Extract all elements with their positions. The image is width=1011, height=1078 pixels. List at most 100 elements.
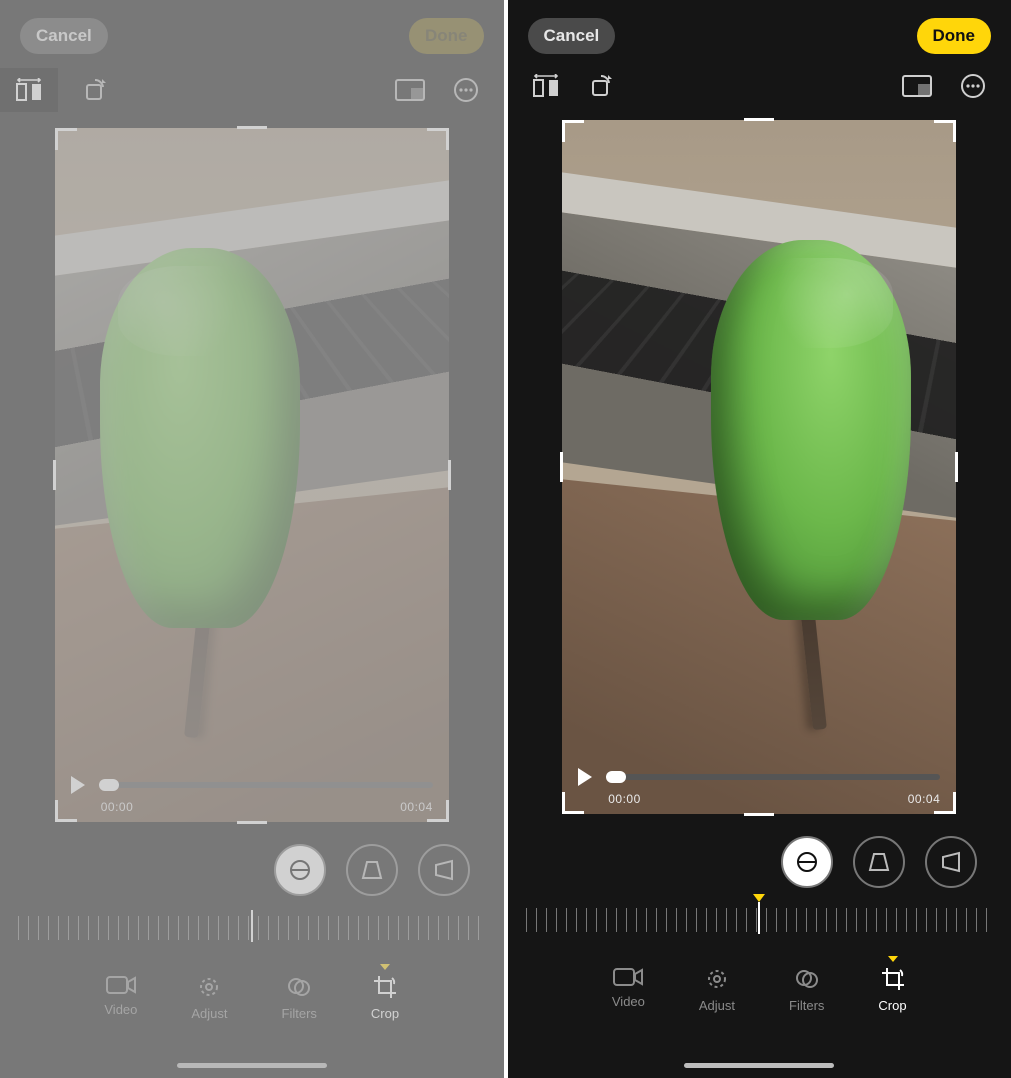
perspective-horizontal-icon <box>940 851 962 873</box>
aspect-ratio-button[interactable] <box>899 68 935 104</box>
video-scrubber <box>578 768 940 786</box>
perspective-vertical-button[interactable] <box>346 844 398 896</box>
ruler-center-tick <box>758 902 760 934</box>
crop-viewport[interactable]: 00:00 00:04 <box>55 128 449 822</box>
tab-crop[interactable]: Crop <box>878 956 906 1013</box>
flip-horizontal-icon <box>531 74 561 98</box>
straighten-button[interactable] <box>274 844 326 896</box>
perspective-vertical-button[interactable] <box>853 836 905 888</box>
crop-icon <box>372 974 398 1000</box>
time-start: 00:00 <box>101 800 134 814</box>
crop-handle-top-left[interactable] <box>55 128 77 150</box>
rotate-button[interactable] <box>584 68 620 104</box>
cancel-button[interactable]: Cancel <box>528 18 616 54</box>
tab-adjust[interactable]: Adjust <box>191 964 227 1021</box>
crop-handle-bottom[interactable] <box>237 821 267 824</box>
editor-tabs: Video Adjust Filters Crop <box>508 956 1011 1013</box>
angle-ruler[interactable] <box>0 910 504 950</box>
tab-filters[interactable]: Filters <box>282 964 317 1021</box>
straighten-button[interactable] <box>781 836 833 888</box>
video-icon <box>106 974 136 996</box>
crop-handle-bottom-left[interactable] <box>562 792 584 814</box>
ruler-indicator <box>753 894 765 902</box>
adjust-icon <box>196 974 222 1000</box>
crop-handle-top-left[interactable] <box>562 120 584 142</box>
tab-video[interactable]: Video <box>104 964 137 1021</box>
aspect-ratio-icon <box>902 75 932 97</box>
crop-handle-bottom[interactable] <box>744 813 774 816</box>
preview-image <box>562 120 956 814</box>
tab-label: Crop <box>878 998 906 1013</box>
ruler-center-tick <box>251 910 253 942</box>
rotate-icon <box>83 77 109 103</box>
time-start: 00:00 <box>608 792 641 806</box>
aspect-ratio-icon <box>395 79 425 101</box>
video-scrubber <box>71 776 433 794</box>
top-bar: Cancel Done <box>508 0 1011 62</box>
flip-horizontal-button[interactable] <box>0 68 58 112</box>
filters-icon <box>286 974 312 1000</box>
top-bar: Cancel Done <box>0 0 504 62</box>
crop-handle-top-right[interactable] <box>934 120 956 142</box>
straighten-tools <box>508 836 1011 888</box>
preview-image <box>55 128 449 822</box>
crop-icon <box>880 966 906 992</box>
tab-label: Adjust <box>191 1006 227 1021</box>
crop-handle-left[interactable] <box>53 460 56 490</box>
tab-label: Crop <box>371 1006 399 1021</box>
perspective-vertical-icon <box>868 851 890 873</box>
crop-handle-top-right[interactable] <box>427 128 449 150</box>
angle-ruler[interactable] <box>508 902 1011 942</box>
play-button[interactable] <box>71 776 85 794</box>
tab-label: Video <box>612 994 645 1009</box>
flip-horizontal-button[interactable] <box>528 68 564 104</box>
straighten-tools <box>0 844 504 896</box>
ellipsis-circle-icon <box>453 77 479 103</box>
perspective-horizontal-icon <box>433 859 455 881</box>
crop-viewport[interactable]: 00:00 00:04 <box>562 120 956 814</box>
done-button[interactable]: Done <box>409 18 484 54</box>
tab-filters[interactable]: Filters <box>789 956 824 1013</box>
crop-sub-toolbar <box>0 62 504 120</box>
time-end: 00:04 <box>908 792 941 806</box>
editor-tabs: Video Adjust Filters Crop <box>0 964 504 1021</box>
tab-label: Video <box>104 1002 137 1017</box>
crop-handle-top[interactable] <box>237 126 267 129</box>
crop-handle-left[interactable] <box>560 452 563 482</box>
scrubber-track[interactable] <box>606 774 940 780</box>
straighten-icon <box>794 849 820 875</box>
crop-handle-top[interactable] <box>744 118 774 121</box>
editor-pane-right: Cancel Done <box>508 0 1011 1078</box>
tab-crop[interactable]: Crop <box>371 964 399 1021</box>
cancel-button[interactable]: Cancel <box>20 18 108 54</box>
flip-horizontal-icon <box>14 78 44 102</box>
crop-handle-right[interactable] <box>448 460 451 490</box>
editor-pane-left: Cancel Done <box>0 0 504 1078</box>
adjust-icon <box>704 966 730 992</box>
crop-handle-right[interactable] <box>955 452 958 482</box>
aspect-ratio-button[interactable] <box>392 72 428 108</box>
home-indicator <box>177 1063 327 1068</box>
more-button[interactable] <box>448 72 484 108</box>
tab-label: Filters <box>789 998 824 1013</box>
done-button[interactable]: Done <box>917 18 992 54</box>
tab-video[interactable]: Video <box>612 956 645 1013</box>
filters-icon <box>794 966 820 992</box>
scrubber-thumb[interactable] <box>606 771 626 783</box>
rotate-button[interactable] <box>78 72 114 108</box>
straighten-icon <box>287 857 313 883</box>
time-end: 00:04 <box>400 800 433 814</box>
scrubber-thumb[interactable] <box>99 779 119 791</box>
tab-label: Adjust <box>699 998 735 1013</box>
time-labels: 00:00 00:04 <box>608 792 940 806</box>
crop-handle-bottom-left[interactable] <box>55 800 77 822</box>
perspective-vertical-icon <box>361 859 383 881</box>
crop-sub-toolbar <box>508 62 1011 112</box>
tab-adjust[interactable]: Adjust <box>699 956 735 1013</box>
more-button[interactable] <box>955 68 991 104</box>
tab-label: Filters <box>282 1006 317 1021</box>
play-button[interactable] <box>578 768 592 786</box>
perspective-horizontal-button[interactable] <box>925 836 977 888</box>
perspective-horizontal-button[interactable] <box>418 844 470 896</box>
scrubber-track[interactable] <box>99 782 433 788</box>
